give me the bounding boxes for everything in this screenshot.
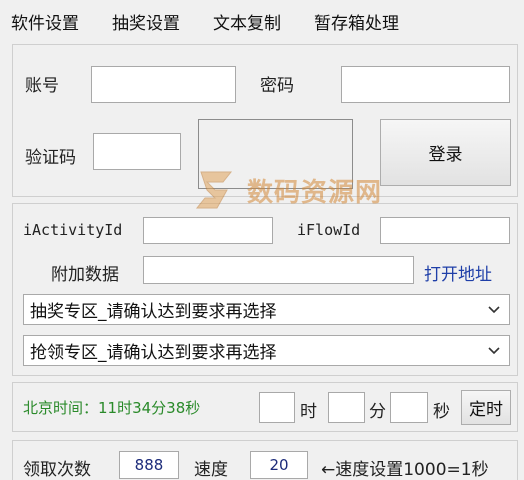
second-unit: 秒 — [433, 402, 450, 422]
iactivityid-label: iActivityId — [23, 221, 123, 239]
activity-group: iActivityId iFlowId 附加数据 打开地址 抽奖专区_请确认达到… — [12, 203, 518, 376]
second-input[interactable] — [390, 392, 428, 423]
speed-label: 速度 — [194, 460, 228, 480]
iactivityid-input[interactable] — [143, 217, 273, 244]
beijing-time: 北京时间：11时34分38秒 — [23, 399, 201, 417]
timer-group: 北京时间：11时34分38秒 时 分 秒 定时 — [12, 382, 518, 432]
chevron-down-icon — [488, 346, 500, 354]
chevron-down-icon — [488, 305, 500, 313]
account-label: 账号 — [25, 76, 59, 96]
captcha-input[interactable] — [93, 133, 181, 170]
password-input[interactable] — [341, 66, 510, 103]
hour-input[interactable] — [259, 392, 295, 423]
captcha-image[interactable] — [198, 119, 353, 189]
lottery-zone-select-value: 抽奖专区_请确认达到要求再选择 — [30, 302, 277, 322]
menu-bar: 软件设置 抽奖设置 文本复制 暂存箱处理 — [0, 0, 524, 44]
speed-input[interactable]: 20 — [250, 451, 308, 479]
iflowid-input[interactable] — [380, 217, 510, 244]
password-label: 密码 — [260, 76, 294, 96]
count-label: 领取次数 — [23, 460, 91, 480]
grab-zone-select[interactable]: 抢领专区_请确认达到要求再选择 — [23, 335, 510, 366]
extra-data-label: 附加数据 — [51, 265, 119, 285]
login-group: 账号 密码 验证码 登录 — [12, 44, 518, 197]
captcha-label: 验证码 — [25, 148, 76, 168]
speed-group: 领取次数 888 速度 20 ←速度设置1000=1秒 — [12, 440, 518, 480]
grab-zone-select-value: 抢领专区_请确认达到要求再选择 — [30, 343, 277, 363]
menu-lottery-settings[interactable]: 抽奖设置 — [112, 9, 180, 34]
count-input[interactable]: 888 — [119, 451, 179, 479]
speed-note: ←速度设置1000=1秒 — [321, 460, 489, 480]
timer-button[interactable]: 定时 — [461, 390, 511, 425]
login-button[interactable]: 登录 — [380, 119, 511, 186]
open-address-link[interactable]: 打开地址 — [424, 260, 492, 285]
minute-unit: 分 — [369, 402, 386, 422]
account-input[interactable] — [91, 66, 236, 103]
minute-input[interactable] — [328, 392, 365, 423]
menu-software-settings[interactable]: 软件设置 — [11, 9, 79, 34]
hour-unit: 时 — [300, 402, 317, 422]
extra-data-input[interactable] — [143, 256, 414, 284]
iflowid-label: iFlowId — [297, 221, 361, 239]
menu-text-copy[interactable]: 文本复制 — [213, 9, 281, 34]
menu-temp-box[interactable]: 暂存箱处理 — [314, 9, 399, 34]
lottery-zone-select[interactable]: 抽奖专区_请确认达到要求再选择 — [23, 294, 510, 325]
